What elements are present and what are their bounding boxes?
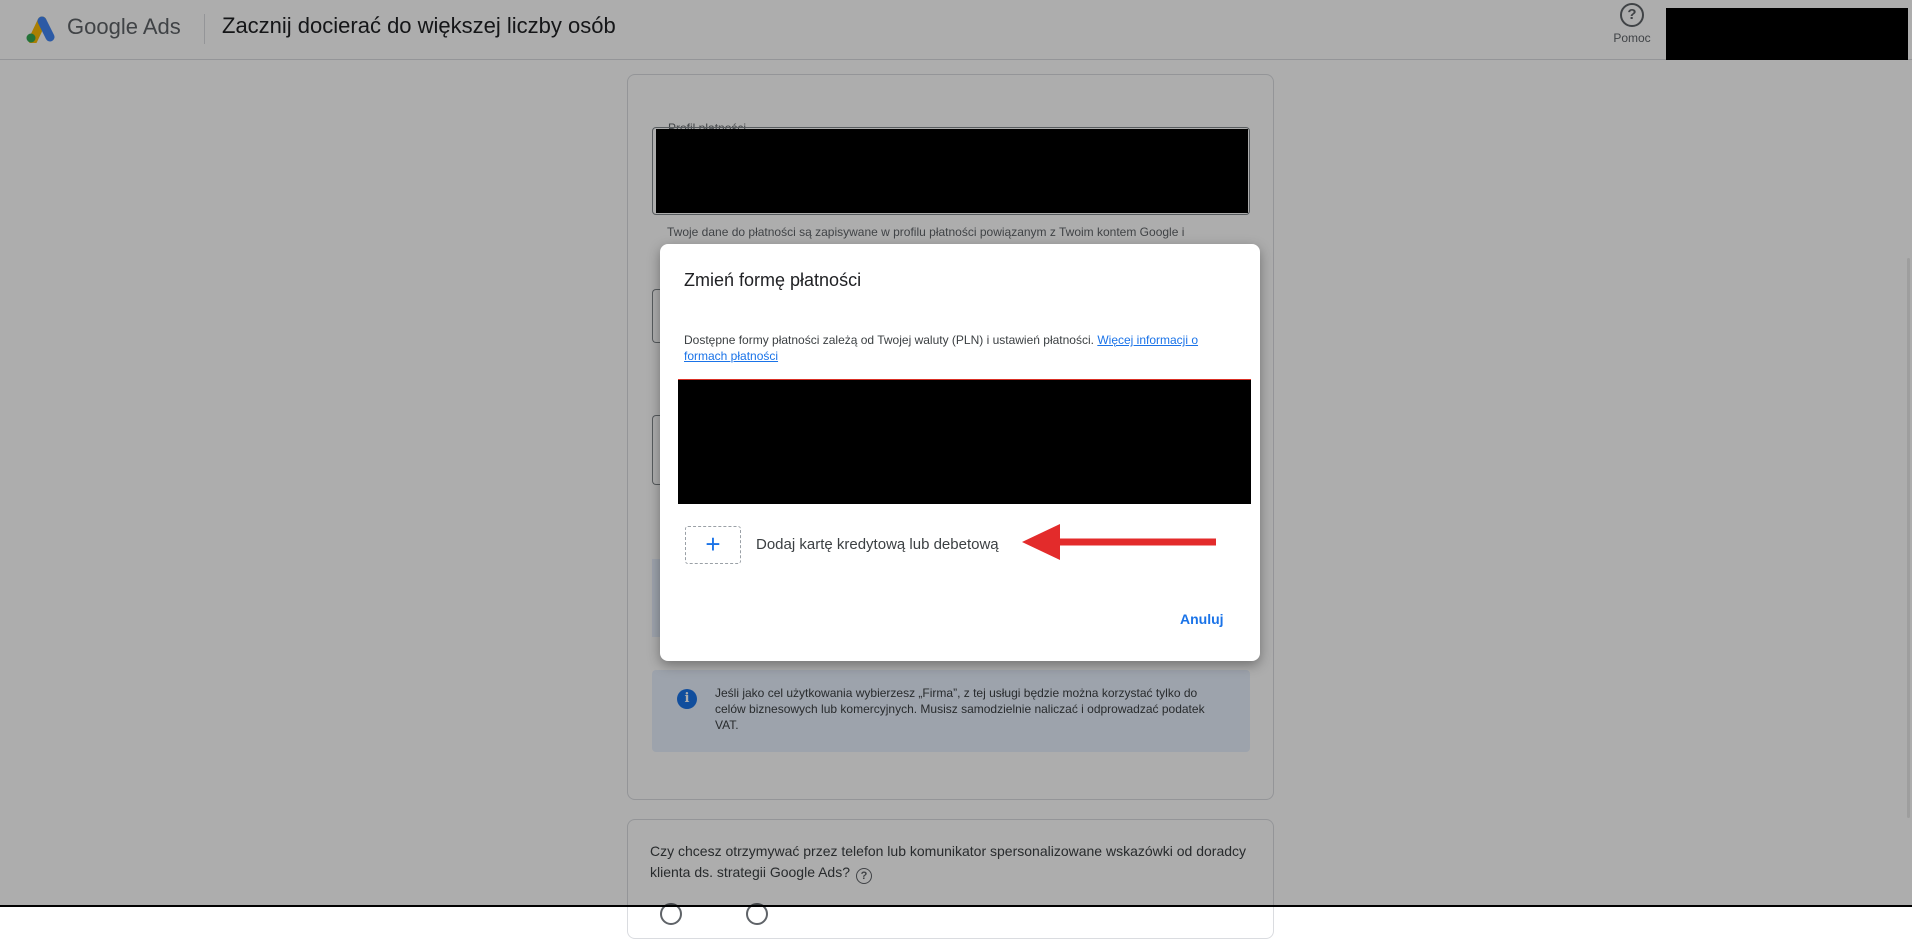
- plus-icon: +: [685, 526, 741, 564]
- add-card-button[interactable]: + Dodaj kartę kredytową lub debetową: [685, 526, 1045, 564]
- add-card-label: Dodaj kartę kredytową lub debetową: [756, 536, 999, 553]
- red-arrow-annotation-icon: [1022, 524, 1216, 560]
- payment-methods-redacted: [678, 379, 1251, 504]
- dialog-description: Dostępne formy płatności zależą od Twoje…: [684, 332, 1234, 364]
- cancel-button[interactable]: Anuluj: [1176, 608, 1228, 630]
- dialog-description-text: Dostępne formy płatności zależą od Twoje…: [684, 333, 1094, 347]
- dialog-title: Zmień formę płatności: [684, 270, 862, 290]
- page-scrollbar[interactable]: [1907, 258, 1910, 818]
- change-payment-dialog: Zmień formę płatności Dostępne formy pła…: [660, 244, 1260, 661]
